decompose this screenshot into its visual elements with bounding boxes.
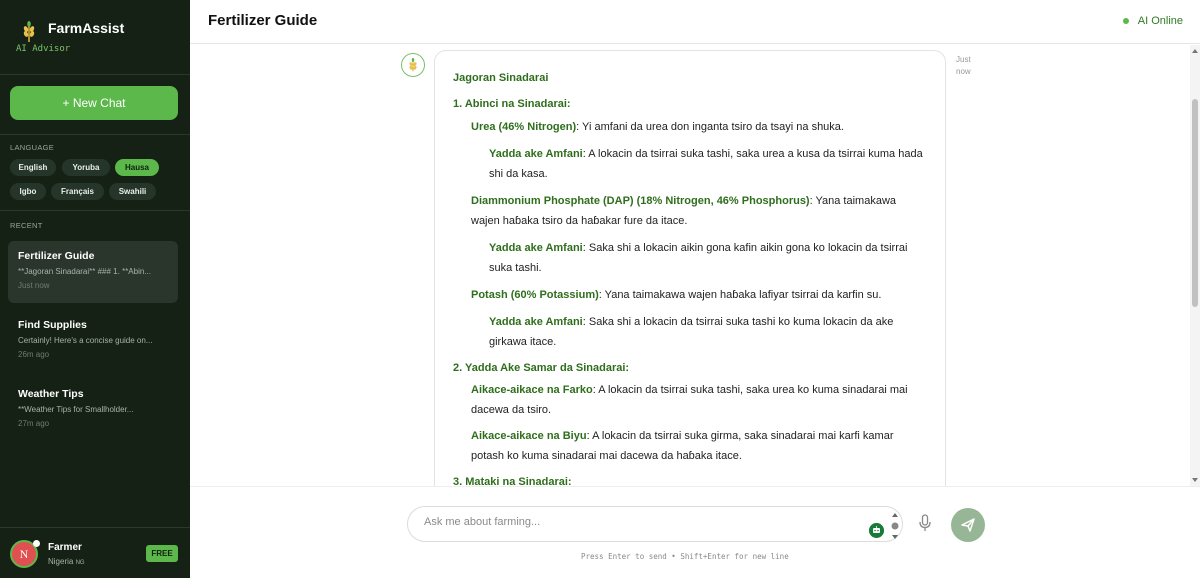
term-label: Aikace-aikace na Biyu (471, 430, 587, 442)
send-icon (961, 518, 975, 532)
term-text: : A lokacin da tsirrai suka tashi, saka … (582, 148, 923, 160)
user-profile[interactable]: N Farmer Nigeria NG FREE (0, 527, 190, 578)
message-line: Yadda ake Amfani: A lokacin da tsirrai s… (489, 147, 923, 161)
term-text: : Yana taimakawa (809, 195, 897, 207)
language-chip-yoruba[interactable]: Yoruba (62, 159, 110, 176)
message-line: Diammonium Phosphate (DAP) (18% Nitrogen… (471, 194, 896, 208)
term-text: : Yana taimakawa wajen haɓaka lafiyar ts… (598, 289, 882, 301)
message-line: dacewa da tsiro. (471, 404, 552, 416)
chat-scrollbar[interactable] (1190, 45, 1200, 486)
recent-chat-preview: **Jagoran Sinadarai** ### 1. **Abin... (18, 267, 151, 276)
term-text: : Saka shi a lokacin aikin gona kafin ai… (582, 242, 908, 254)
term-label: Diammonium Phosphate (DAP) (18% Nitrogen… (471, 195, 810, 207)
section-heading: 1. Abinci na Sinadarai: (453, 98, 571, 110)
term-label: Potash (60% Potassium) (471, 289, 599, 301)
term-label: Urea (46% Nitrogen) (471, 121, 577, 133)
language-section-label: LANGUAGE (10, 143, 55, 152)
keyboard-hint: Press Enter to send • Shift+Enter for ne… (581, 552, 789, 561)
message-line: Yadda ake Amfani: Saka shi a lokacin da … (489, 315, 893, 329)
timestamp-line: now (956, 67, 971, 76)
term-text: : A lokacin da tsirrai suka girma, saka … (586, 430, 894, 442)
message-line: potash ko kuma sinadarai mai dacewa da h… (471, 450, 742, 462)
term-label: Aikace-aikace na Farko (471, 384, 593, 396)
scroll-up-icon[interactable] (1192, 49, 1198, 53)
language-chip-swahili[interactable]: Swahili (109, 183, 156, 200)
language-chip-igbo[interactable]: Igbo (10, 183, 46, 200)
language-chip-english[interactable]: English (10, 159, 56, 176)
message-line: Urea (46% Nitrogen): Yi amfani da urea d… (471, 120, 844, 134)
microphone-icon[interactable] (918, 514, 932, 532)
term-text: : Yi amfani da urea don inganta tsiro da… (576, 121, 844, 133)
message-line: Aikace-aikace na Biyu: A lokacin da tsir… (471, 429, 893, 443)
section-heading: 2. Yadda Ake Samar da Sinadarai: (453, 362, 630, 374)
recent-chat-time: Just now (18, 281, 50, 290)
message-line: Yadda ake Amfani: Saka shi a lokacin aik… (489, 241, 907, 255)
message-line: shi da kasa. (489, 168, 548, 180)
recent-chat-item[interactable]: Weather Tips **Weather Tips for Smallhol… (8, 379, 178, 441)
term-label: Yadda ake Amfani (489, 242, 583, 254)
term-label: Yadda ake Amfani (489, 316, 583, 328)
timestamp-line: Just (956, 55, 971, 64)
user-name: Farmer (48, 542, 82, 553)
brand-name: FarmAssist (48, 20, 125, 36)
country-code: NG (75, 560, 85, 566)
term-label: Yadda ake Amfani (489, 148, 583, 160)
recent-section-label: RECENT (10, 221, 43, 230)
header: Fertilizer Guide AI Online (190, 0, 1200, 44)
chat-area: Jagoran Sinadarai 1. Abinci na Sinadarai… (190, 45, 1190, 486)
wheat-icon (401, 53, 425, 77)
status-indicator: AI Online (1122, 15, 1183, 27)
message-line: Aikace-aikace na Farko: A lokacin da tsi… (471, 383, 908, 397)
status-text: AI Online (1137, 15, 1183, 27)
scroll-thumb[interactable] (1192, 99, 1198, 307)
online-indicator (33, 540, 40, 547)
message-timestamp: Just now (956, 54, 971, 78)
recent-chat-preview: Certainly! Here's a concise guide on... (18, 336, 153, 345)
scroll-down-icon[interactable] (1192, 478, 1198, 482)
recent-chat-item[interactable]: Find Supplies Certainly! Here's a concis… (8, 310, 178, 372)
new-chat-button[interactable]: + New Chat (10, 86, 178, 120)
page-title: Fertilizer Guide (208, 12, 318, 29)
divider (0, 210, 190, 211)
send-button[interactable] (951, 508, 985, 542)
recent-chat-time: 27m ago (18, 419, 50, 428)
term-text: : A lokacin da tsirrai suka tashi, saka … (592, 384, 908, 396)
message-line: wajen haɓaka tsiro da haɓakar fure da it… (471, 215, 688, 227)
recent-chat-time: 26m ago (18, 350, 50, 359)
recent-chat-title: Fertilizer Guide (18, 250, 95, 262)
wheat-icon (23, 21, 35, 42)
message-title: Jagoran Sinadarai (453, 72, 549, 84)
recent-chat-preview: **Weather Tips for Smallholder... (18, 405, 134, 414)
divider (0, 134, 190, 135)
robot-icon[interactable] (869, 523, 884, 538)
user-country: Nigeria (48, 557, 74, 566)
message-input[interactable] (424, 516, 844, 528)
divider (0, 74, 190, 75)
recent-chat-item[interactable]: Fertilizer Guide **Jagoran Sinadarai** #… (8, 241, 178, 303)
language-chip-hausa[interactable]: Hausa (115, 159, 159, 176)
term-text: : Saka shi a lokacin da tsirrai suka tas… (582, 316, 894, 328)
user-location: Nigeria NG (48, 557, 85, 566)
recent-chat-title: Weather Tips (18, 388, 84, 400)
message-input-box (407, 506, 903, 542)
stepper-icon[interactable] (890, 512, 900, 540)
composer: Press Enter to send • Shift+Enter for ne… (190, 486, 1200, 578)
message-line: suka tashi. (489, 262, 542, 274)
recent-chat-title: Find Supplies (18, 319, 87, 331)
assistant-message: Jagoran Sinadarai 1. Abinci na Sinadarai… (434, 50, 946, 486)
message-line: Potash (60% Potassium): Yana taimakawa w… (471, 288, 881, 302)
section-heading: 3. Mataki na Sinadarai: (453, 476, 572, 486)
brand-subtitle: AI Advisor (16, 44, 71, 54)
status-dot-icon (1122, 18, 1129, 24)
language-chip-francais[interactable]: Français (51, 183, 104, 200)
plan-badge: FREE (146, 545, 178, 562)
sidebar: FarmAssist AI Advisor + New Chat LANGUAG… (0, 0, 190, 578)
message-line: girkawa itace. (489, 336, 557, 348)
